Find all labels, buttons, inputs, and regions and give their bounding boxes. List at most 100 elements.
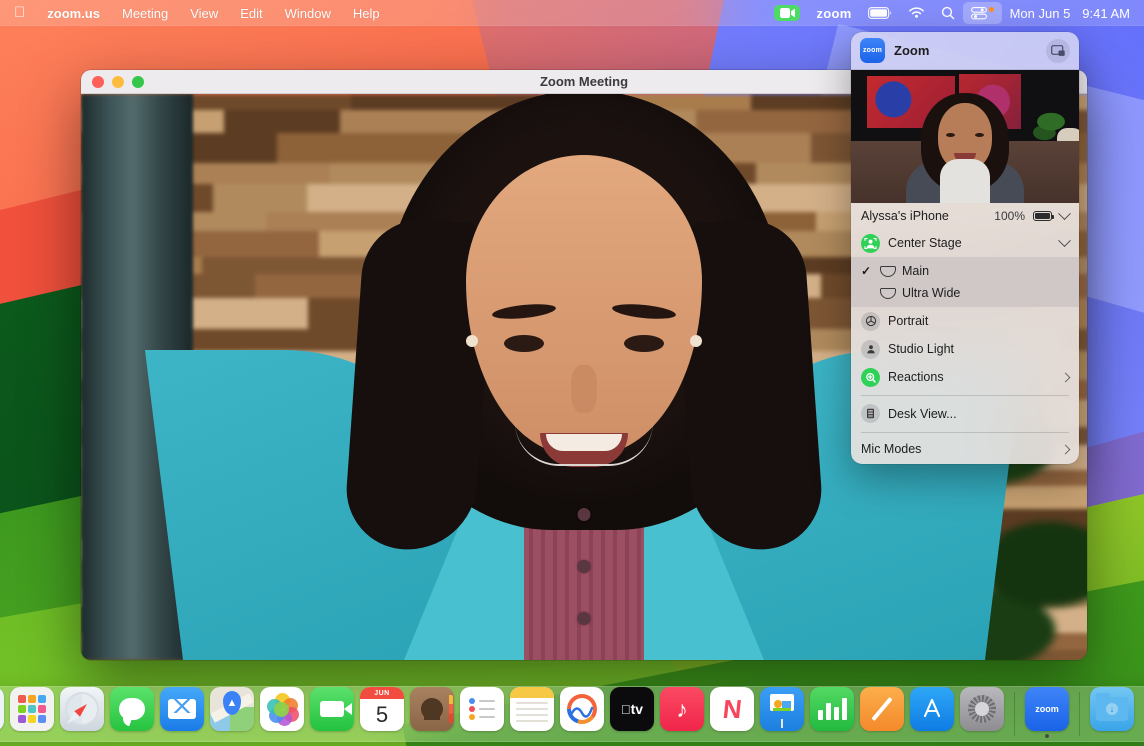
apple-tv-icon: tv xyxy=(610,687,654,731)
dock-item-appstore[interactable] xyxy=(910,687,954,738)
trash-icon xyxy=(1140,687,1144,731)
dock-item-trash[interactable] xyxy=(1140,687,1144,738)
camera-preview-thumbnail[interactable] xyxy=(851,70,1079,203)
facetime-icon xyxy=(310,687,354,731)
lens-option-label: Main xyxy=(902,264,929,278)
dock-item-news[interactable]: N xyxy=(710,687,754,738)
lens-option-ultra-wide[interactable]: Ultra Wide xyxy=(851,282,1079,304)
camera-lens-wide-icon xyxy=(880,288,896,299)
preview-eye-left xyxy=(946,133,955,137)
dock-item-reminders[interactable] xyxy=(460,687,504,738)
dock-item-maps[interactable]: ▲ xyxy=(210,687,254,738)
preview-person xyxy=(909,93,1021,203)
calendar-icon: JUN 5 xyxy=(360,687,404,731)
studio-light-label: Studio Light xyxy=(888,342,954,356)
calendar-month: JUN xyxy=(360,687,404,699)
dock-item-zoom[interactable]: zoom xyxy=(1025,687,1069,738)
video-camera-status-icon[interactable] xyxy=(766,2,808,24)
menu-item-edit[interactable]: Edit xyxy=(229,3,273,24)
control-center-icon[interactable] xyxy=(963,2,1002,24)
earring-left xyxy=(466,335,478,347)
dock-divider xyxy=(1014,692,1015,736)
menu-item-view[interactable]: View xyxy=(179,3,229,24)
chevron-down-icon[interactable] xyxy=(1058,207,1071,220)
dock-item-freeform[interactable] xyxy=(560,687,604,738)
freeform-icon xyxy=(560,687,604,731)
calendar-day: 5 xyxy=(376,699,388,731)
dock-item-messages[interactable] xyxy=(110,687,154,738)
mail-icon xyxy=(160,687,204,731)
system-settings-gear-icon xyxy=(960,687,1004,731)
chevron-right-icon[interactable] xyxy=(1061,444,1071,454)
dock-item-system-settings[interactable] xyxy=(960,687,1004,738)
studio-light-icon xyxy=(861,340,880,359)
dock: ▲ JUN 5 xyxy=(0,686,1144,742)
dock-item-contacts[interactable] xyxy=(410,687,454,738)
maps-icon: ▲ xyxy=(210,687,254,731)
portrait-label: Portrait xyxy=(888,314,928,328)
dock-item-facetime[interactable] xyxy=(310,687,354,738)
menu-item-meeting[interactable]: Meeting xyxy=(111,3,179,24)
apple-tv-wordmark: tv xyxy=(631,701,643,717)
menu-item-help[interactable]: Help xyxy=(342,3,391,24)
camera-lens-icon xyxy=(880,266,896,277)
connected-device-row[interactable]: Alyssa's iPhone 100% xyxy=(851,203,1079,229)
dock-item-downloads[interactable]: ↓ xyxy=(1090,687,1134,738)
music-note-glyph: ♪ xyxy=(676,696,688,723)
dock-item-numbers[interactable] xyxy=(810,687,854,738)
menu-item-window[interactable]: Window xyxy=(274,3,342,24)
dock-item-notes[interactable] xyxy=(510,687,554,738)
battery-status-icon[interactable] xyxy=(860,2,900,24)
center-stage-icon xyxy=(861,234,880,253)
dock-item-mail[interactable] xyxy=(160,687,204,738)
portrait-row[interactable]: Portrait xyxy=(851,307,1079,335)
menu-bar-status-area: zoom xyxy=(766,2,1144,24)
spotlight-search-icon[interactable] xyxy=(933,2,963,24)
news-n-glyph: N xyxy=(721,696,743,722)
zoom-menu-status-item[interactable]: zoom xyxy=(808,2,859,24)
lens-options-group: ✓ Main Ultra Wide xyxy=(851,257,1079,307)
eye-left xyxy=(504,335,544,352)
apple-menu-icon[interactable]:  xyxy=(10,4,36,23)
device-name: Alyssa's iPhone xyxy=(861,209,949,223)
zoom-app-icon: zoom xyxy=(860,38,885,63)
messages-icon xyxy=(110,687,154,731)
lens-option-main[interactable]: ✓ Main xyxy=(851,260,1079,282)
dock-item-finder[interactable] xyxy=(0,687,4,738)
center-stage-row[interactable]: Center Stage xyxy=(851,229,1079,257)
menu-bar-clock[interactable]: 9:41 AM xyxy=(1074,2,1134,24)
menu-bar:  zoom.us Meeting View Edit Window Help … xyxy=(0,0,1144,26)
reactions-row[interactable]: Reactions xyxy=(851,363,1079,391)
wifi-status-icon[interactable] xyxy=(900,2,933,24)
dock-item-music[interactable]: ♪ xyxy=(660,687,704,738)
studio-light-row[interactable]: Studio Light xyxy=(851,335,1079,363)
desk-view-row[interactable]: Desk View... xyxy=(851,400,1079,428)
control-center-options: Alyssa's iPhone 100% Center Stage ✓ Main xyxy=(851,203,1079,464)
zoom-app-icon-label: zoom xyxy=(863,47,882,54)
dock-item-photos[interactable] xyxy=(260,687,304,738)
dock-item-pages[interactable] xyxy=(860,687,904,738)
picture-in-picture-icon[interactable] xyxy=(1046,39,1070,63)
dock-item-safari[interactable] xyxy=(60,687,104,738)
preview-turtleneck xyxy=(940,159,990,203)
divider xyxy=(861,432,1069,433)
video-effects-control-center-panel: zoom Zoom Alyssa xyxy=(851,32,1079,464)
notification-dot-icon xyxy=(989,7,994,12)
chevron-down-icon[interactable] xyxy=(1058,234,1071,247)
menu-item-zoom-us[interactable]: zoom.us xyxy=(36,3,111,24)
zoom-wordmark-glyph: zoom xyxy=(1035,704,1059,714)
desk-view-icon xyxy=(861,404,880,423)
app-store-icon xyxy=(910,687,954,731)
eye-right xyxy=(624,335,664,352)
dock-item-calendar[interactable]: JUN 5 xyxy=(360,687,404,738)
dock-item-launchpad[interactable] xyxy=(10,687,54,738)
menu-bar-date[interactable]: Mon Jun 5 xyxy=(1002,2,1075,24)
eyebrow-right xyxy=(611,302,676,322)
battery-icon xyxy=(1033,211,1052,221)
mic-modes-row[interactable]: Mic Modes xyxy=(851,436,1079,462)
dock-item-keynote[interactable] xyxy=(760,687,804,738)
chevron-right-icon[interactable] xyxy=(1061,372,1071,382)
dock-item-appletv[interactable]: tv xyxy=(610,687,654,738)
download-arrow-icon: ↓ xyxy=(1106,703,1118,715)
finder-icon xyxy=(0,687,4,731)
